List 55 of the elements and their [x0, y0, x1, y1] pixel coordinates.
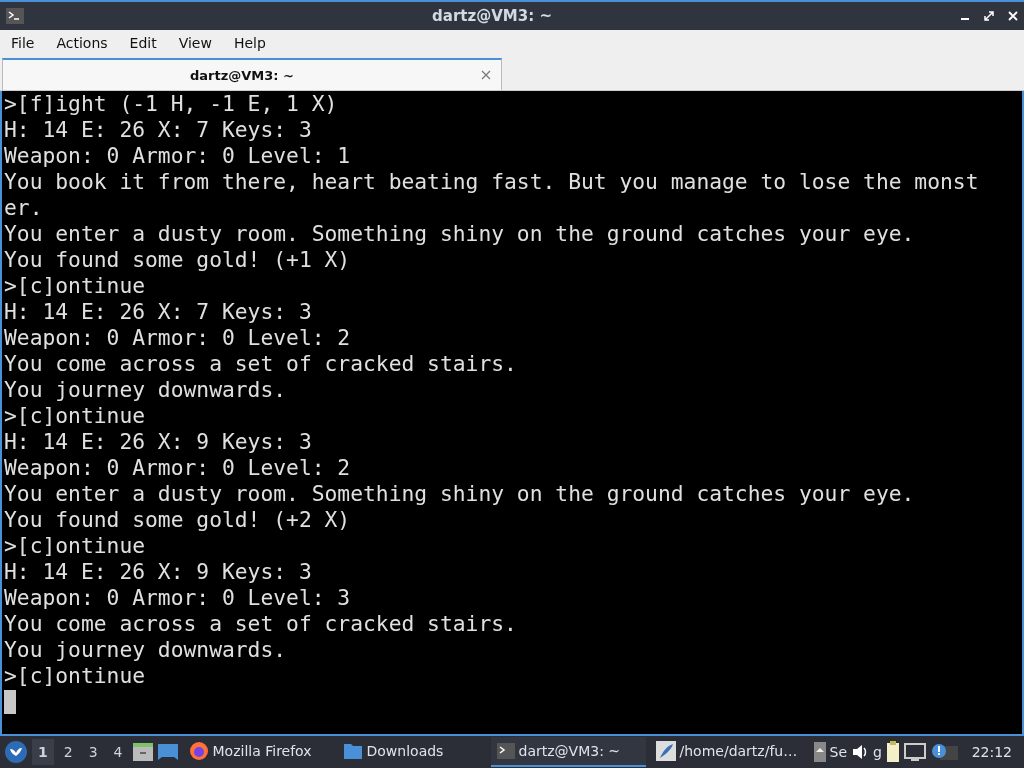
terminal-line: >[c]ontinue	[4, 663, 147, 689]
terminal-line: You come across a set of cracked stairs.	[4, 611, 518, 637]
feather-icon	[655, 741, 676, 761]
terminal-line: You enter a dusty room. Something shiny on the ground catches your eye.	[4, 481, 916, 507]
window-title: dartz@VM3: ~	[431, 7, 553, 25]
menu-item[interactable]: File	[4, 35, 42, 51]
tab[interactable]: dartz@VM3: ~	[2, 58, 502, 90]
clipboard-icon[interactable]	[885, 741, 900, 763]
terminal-line: You come across a set of cracked stairs.	[4, 351, 518, 377]
terminal-line: Weapon: 0 Armor: 0 Level: 1	[4, 143, 352, 169]
terminal-line: You journey downwards.	[4, 377, 288, 403]
terminal-line: er.	[4, 195, 44, 221]
text-cursor	[4, 690, 16, 714]
terminal-line: Weapon: 0 Armor: 0 Level: 3	[4, 585, 352, 611]
workspace-button[interactable]: 2	[57, 739, 79, 765]
terminal-line: Weapon: 0 Armor: 0 Level: 2	[4, 455, 352, 481]
clock: 22:12	[971, 744, 1013, 760]
terminal-icon	[6, 8, 24, 24]
terminal-line: >[c]ontinue	[4, 403, 147, 429]
terminal-line: You journey downwards.	[4, 637, 288, 663]
menu-item[interactable]: View	[171, 35, 219, 51]
terminal-line: H: 14 E: 26 X: 9 Keys: 3	[4, 559, 313, 585]
tray-label[interactable]: g	[873, 744, 882, 760]
terminal-line: You found some gold! (+2 X)	[4, 507, 352, 533]
maximize-icon[interactable]	[984, 11, 994, 21]
terminal-line: You book it from there, heart beating fast. But you manage to lose the monst	[4, 169, 980, 195]
file-cabinet-icon[interactable]	[132, 742, 153, 762]
network-icon[interactable]	[903, 743, 926, 761]
tray-label[interactable]: Se	[829, 744, 847, 760]
terminal-icon	[496, 743, 515, 759]
terminal-line: H: 14 E: 26 X: 7 Keys: 3	[4, 299, 313, 325]
firefox-icon	[188, 741, 209, 761]
terminal-line: H: 14 E: 26 X: 7 Keys: 3	[4, 117, 313, 143]
terminal-line: You found some gold! (+1 X)	[4, 247, 352, 273]
menu-item[interactable]: Actions	[49, 35, 115, 51]
menu-item[interactable]: Edit	[122, 35, 164, 51]
taskbar-button[interactable]: /home/dartz/fu…	[649, 737, 810, 767]
workspace-button[interactable]: 1	[32, 739, 54, 765]
menu-item[interactable]: Help	[226, 35, 273, 51]
notification-icon[interactable]	[929, 742, 960, 762]
desktop-icon[interactable]	[156, 743, 179, 761]
taskbar-button[interactable]: Downloads	[336, 737, 487, 767]
eject-icon[interactable]	[813, 742, 826, 762]
folder-icon	[342, 742, 363, 760]
terminal-line: >[c]ontinue	[4, 533, 147, 559]
taskbar-button[interactable]: dartz@VM3: ~	[490, 737, 646, 767]
terminal-line: >[c]ontinue	[4, 273, 147, 299]
terminal-line: Weapon: 0 Armor: 0 Level: 2	[4, 325, 352, 351]
terminal-line: >[f]ight (-1 H, -1 E, 1 X)	[4, 91, 339, 117]
workspace-button[interactable]: 4	[107, 739, 129, 765]
taskbar-button[interactable]: Mozilla Firefox	[182, 737, 333, 767]
speaker-icon[interactable]	[851, 743, 869, 761]
terminal-line: You enter a dusty room. Something shiny on the ground catches your eye.	[4, 221, 916, 247]
terminal-line: H: 14 E: 26 X: 9 Keys: 3	[4, 429, 313, 455]
workspace-button[interactable]: 3	[82, 739, 104, 765]
